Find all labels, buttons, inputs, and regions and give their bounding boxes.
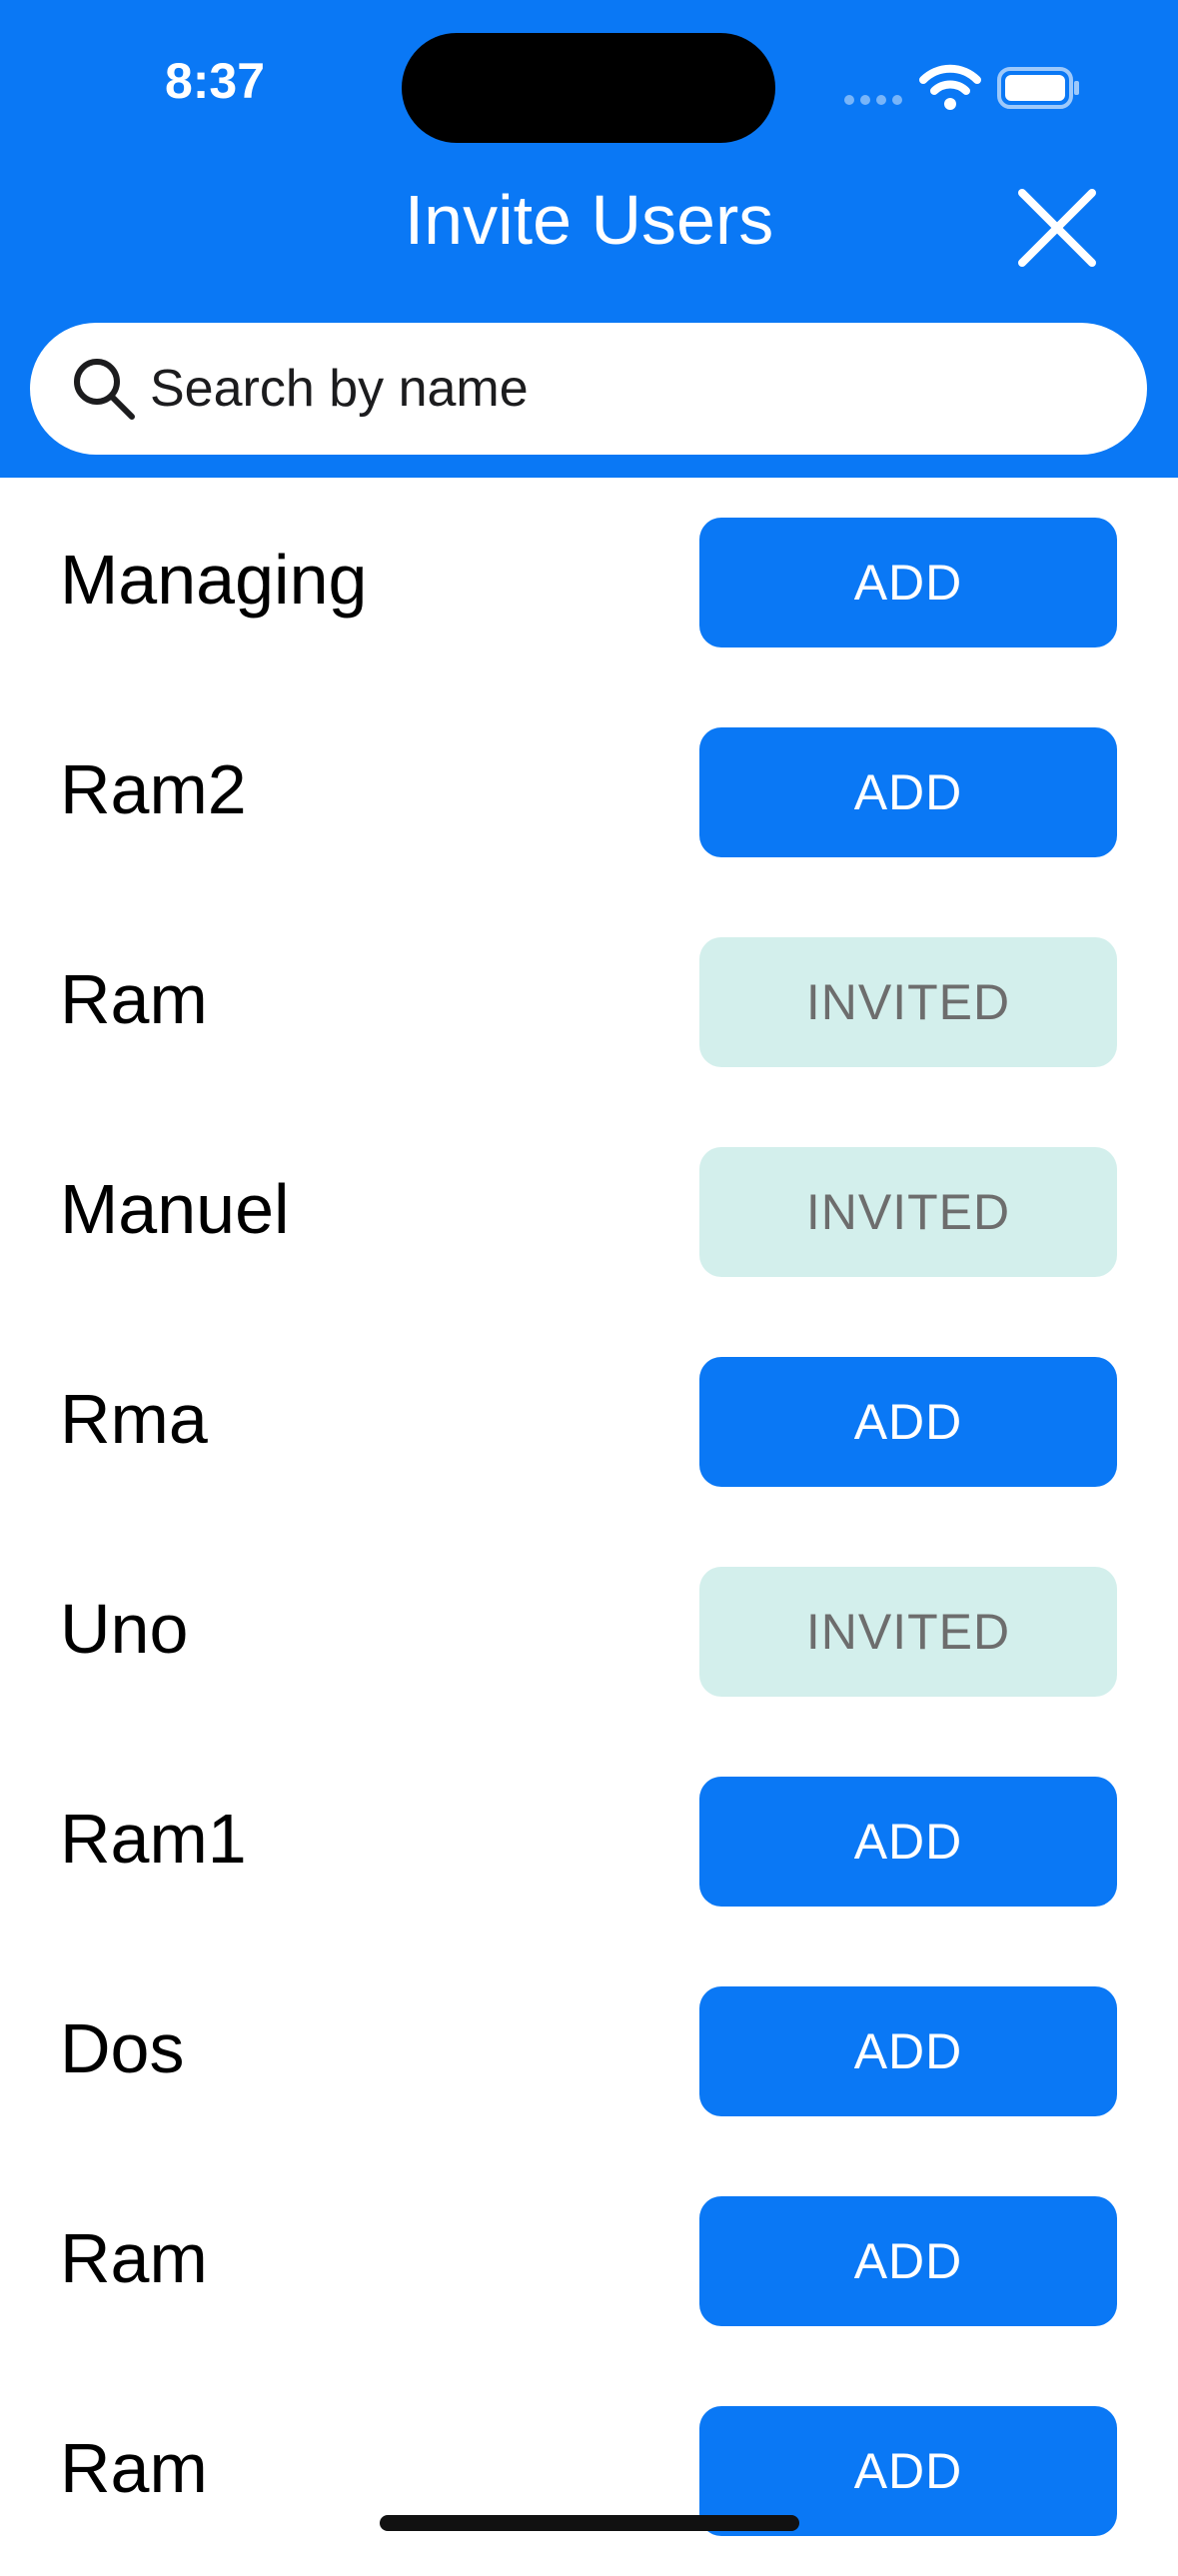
add-button[interactable]: ADD: [699, 2196, 1117, 2326]
list-item: Ram ADD: [0, 2156, 1178, 2366]
cellular-signal-icon: [844, 95, 904, 105]
list-item: Manuel INVITED: [0, 1107, 1178, 1317]
user-name: Ram: [60, 2219, 208, 2297]
user-name: Ram: [60, 2429, 208, 2507]
user-name: Ram: [60, 960, 208, 1038]
list-item: Ram1 ADD: [0, 1737, 1178, 1946]
list-item: Dos ADD: [0, 1946, 1178, 2156]
header-bar: 8:37 Invite Users: [0, 0, 1178, 478]
wifi-icon: [919, 64, 981, 110]
page-title: Invite Users: [404, 181, 774, 259]
user-name: Ram2: [60, 750, 247, 828]
list-item: Uno INVITED: [0, 1527, 1178, 1737]
battery-icon: [997, 67, 1079, 109]
add-button[interactable]: ADD: [699, 1986, 1117, 2116]
user-name: Manuel: [60, 1170, 290, 1248]
add-button[interactable]: ADD: [699, 518, 1117, 647]
search-icon: [74, 359, 135, 420]
invited-badge: INVITED: [699, 937, 1117, 1067]
user-name: Dos: [60, 2009, 185, 2087]
home-indicator: [380, 2515, 799, 2531]
list-item: Ram INVITED: [0, 897, 1178, 1107]
dynamic-island: [402, 33, 775, 143]
list-item: Rma ADD: [0, 1317, 1178, 1527]
user-name: Managing: [60, 541, 368, 619]
user-list: Managing ADD Ram2 ADD Ram INVITED Manuel…: [0, 478, 1178, 2576]
close-icon[interactable]: [1012, 183, 1102, 273]
user-name: Ram1: [60, 1800, 247, 1878]
user-name: Uno: [60, 1590, 189, 1668]
invited-badge: INVITED: [699, 1147, 1117, 1277]
invited-badge: INVITED: [699, 1567, 1117, 1697]
add-button[interactable]: ADD: [699, 1777, 1117, 1907]
list-item: Managing ADD: [0, 478, 1178, 687]
list-item: Ram ADD: [0, 2366, 1178, 2576]
list-item: Ram2 ADD: [0, 687, 1178, 897]
search-bar: [30, 323, 1147, 455]
search-input[interactable]: [150, 323, 1109, 455]
user-name: Rma: [60, 1380, 208, 1458]
add-button[interactable]: ADD: [699, 1357, 1117, 1487]
add-button[interactable]: ADD: [699, 727, 1117, 857]
status-time: 8:37: [164, 53, 266, 109]
